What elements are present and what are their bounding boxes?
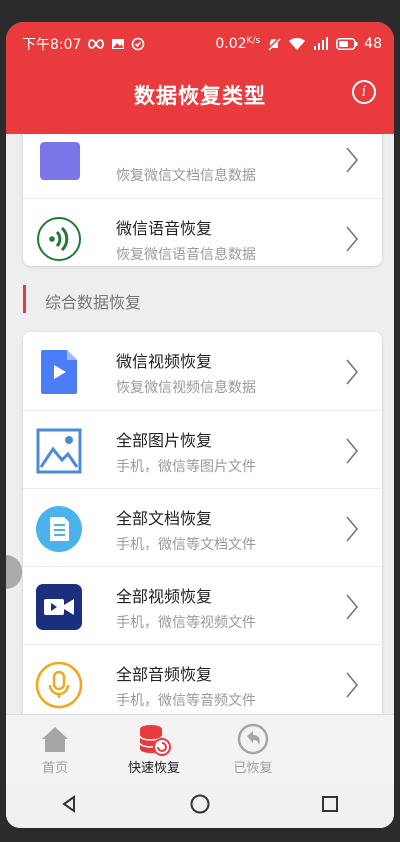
app-header: 下午8:07 0.02K/s 48 数据恢复类型 i xyxy=(6,22,394,134)
item-subtitle: 恢复微信视频信息数据 xyxy=(116,380,256,396)
chevron-right-icon xyxy=(344,671,360,703)
general-recovery-card: 微信视频恢复 恢复微信视频信息数据 全部图片恢复 手机，微信等图片文件 全部文档… xyxy=(23,332,382,714)
item-title: 微信语音恢复 xyxy=(116,219,213,238)
home-icon xyxy=(10,721,100,757)
voice-icon xyxy=(35,215,83,263)
battery-icon xyxy=(336,38,358,50)
list-item-all-images[interactable]: 全部图片恢复 手机，微信等图片文件 xyxy=(23,410,382,488)
item-title: 微信视频恢复 xyxy=(116,352,213,371)
gallery-icon xyxy=(111,37,125,51)
battery-level: 48 xyxy=(364,36,382,52)
list-item-wechat-voice[interactable]: 微信语音恢复 恢复微信语音信息数据 xyxy=(23,198,382,266)
database-restore-icon xyxy=(109,721,199,757)
item-title: 全部文档恢复 xyxy=(116,509,213,528)
list-item-all-documents[interactable]: 全部文档恢复 手机，微信等文档文件 xyxy=(23,488,382,566)
notification-off-icon xyxy=(266,36,282,52)
item-subtitle: 手机，微信等视频文件 xyxy=(116,615,256,631)
item-subtitle: 恢复微信文档信息数据 xyxy=(116,168,256,184)
wechat-recovery-card: 恢复微信文档信息数据 微信语音恢复 恢复微信语音信息数据 xyxy=(23,134,382,266)
chevron-right-icon xyxy=(344,225,360,257)
list-item-all-audio[interactable]: 全部音频恢复 手机，微信等音频文件 xyxy=(23,644,382,714)
content-area[interactable]: 恢复微信文档信息数据 微信语音恢复 恢复微信语音信息数据 综合数据恢复 微信视频… xyxy=(6,134,394,714)
tab-label: 首页 xyxy=(41,761,68,776)
status-time: 下午8:07 xyxy=(22,37,82,53)
infinity-icon xyxy=(87,38,105,50)
list-item-wechat-document[interactable]: 恢复微信文档信息数据 xyxy=(23,134,382,198)
chevron-right-icon xyxy=(344,146,360,178)
back-nav-button[interactable] xyxy=(60,794,80,818)
undo-circle-icon xyxy=(208,721,298,757)
tab-label: 快速恢复 xyxy=(127,761,180,776)
video-camera-icon xyxy=(35,583,83,631)
check-circle-icon xyxy=(131,37,145,51)
tab-quick-recovery[interactable]: 快速恢复 xyxy=(109,721,199,776)
phone-screen: 下午8:07 0.02K/s 48 数据恢复类型 i 恢复微信文档信息数据 微信… xyxy=(6,22,394,828)
item-title: 全部图片恢复 xyxy=(116,431,213,450)
signal-icon xyxy=(312,37,330,51)
page-title: 数据恢复类型 xyxy=(134,84,266,108)
wifi-icon xyxy=(288,37,306,51)
section-title: 综合数据恢复 xyxy=(45,293,142,312)
recents-nav-button[interactable] xyxy=(320,794,340,818)
item-subtitle: 手机，微信等音频文件 xyxy=(116,693,256,709)
item-title: 全部视频恢复 xyxy=(116,587,213,606)
tab-home[interactable]: 首页 xyxy=(10,721,100,776)
tab-recovered[interactable]: 已恢复 xyxy=(208,721,298,776)
list-item-wechat-video[interactable]: 微信视频恢复 恢复微信视频信息数据 xyxy=(23,332,382,410)
system-navigation-bar xyxy=(6,784,394,828)
item-subtitle: 手机，微信等文档文件 xyxy=(116,537,256,553)
section-accent-bar xyxy=(23,285,26,313)
info-button[interactable]: i xyxy=(352,80,376,104)
bottom-tab-bar: 首页 快速恢复 已恢复 xyxy=(6,714,394,785)
chevron-right-icon xyxy=(344,515,360,547)
tab-label: 已恢复 xyxy=(233,761,273,776)
network-speed: 0.02 xyxy=(215,36,247,52)
home-nav-button[interactable] xyxy=(189,793,211,819)
chevron-right-icon xyxy=(344,593,360,625)
item-title: 全部音频恢复 xyxy=(116,665,213,684)
list-item-all-videos[interactable]: 全部视频恢复 手机，微信等视频文件 xyxy=(23,566,382,644)
image-icon xyxy=(35,427,83,475)
document-icon xyxy=(35,136,83,184)
chevron-right-icon xyxy=(344,437,360,469)
section-header: 综合数据恢复 xyxy=(23,277,382,321)
status-bar: 下午8:07 0.02K/s 48 xyxy=(6,30,394,58)
document-file-icon xyxy=(35,505,83,553)
video-file-icon xyxy=(35,348,83,396)
network-speed-unit: K/s xyxy=(246,36,261,46)
chevron-right-icon xyxy=(344,358,360,390)
microphone-icon xyxy=(35,661,83,709)
item-subtitle: 恢复微信语音信息数据 xyxy=(116,247,256,263)
item-subtitle: 手机，微信等图片文件 xyxy=(116,459,256,475)
